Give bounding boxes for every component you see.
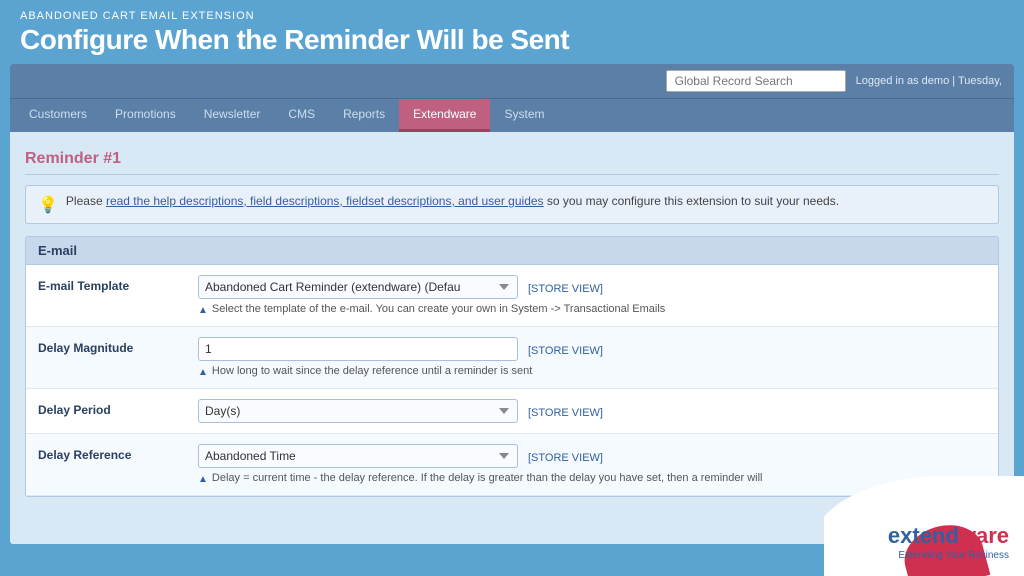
email-template-control: Abandoned Cart Reminder (extendware) (De…	[198, 275, 986, 316]
delay-period-label: Delay Period	[38, 399, 198, 417]
logo-ware-suffix: ware	[959, 523, 1009, 548]
email-template-hint: ▲ Select the template of the e-mail. You…	[198, 303, 986, 316]
delay-magnitude-input[interactable]	[198, 337, 518, 361]
delay-reference-label: Delay Reference	[38, 444, 198, 462]
email-template-label: E-mail Template	[38, 275, 198, 293]
logo-content: extendware Extending Your Business	[888, 523, 1009, 561]
page-subtitle: ABANDONED CART EMAIL EXTENSION	[20, 10, 1004, 22]
hint-triangle-icon: ▲	[198, 305, 208, 316]
delay-magnitude-hint: ▲ How long to wait since the delay refer…	[198, 365, 986, 378]
logged-in-text: Logged in as demo | Tuesday,	[856, 75, 1002, 87]
logo-text: extendware	[888, 523, 1009, 549]
content-area: Reminder #1 💡 Please read the help descr…	[10, 132, 1014, 509]
logo-ext-prefix: extend	[888, 523, 959, 548]
page-header: ABANDONED CART EMAIL EXTENSION Configure…	[0, 0, 1024, 64]
delay-period-row: Delay Period Day(s) Hour(s) Minute(s) [S…	[26, 389, 998, 434]
delay-period-control: Day(s) Hour(s) Minute(s) [STORE VIEW]	[198, 399, 986, 423]
nav-item-customers[interactable]: Customers	[15, 99, 101, 132]
hint-triangle-icon-2: ▲	[198, 367, 208, 378]
delay-magnitude-label: Delay Magnitude	[38, 337, 198, 355]
help-link[interactable]: read the help descriptions, field descri…	[106, 194, 544, 208]
nav-item-system[interactable]: System	[490, 99, 558, 132]
bulb-icon: 💡	[38, 195, 58, 215]
delay-reference-select[interactable]: Abandoned Time Order Time	[198, 444, 518, 468]
section-title: E-mail	[26, 237, 998, 265]
nav-item-reports[interactable]: Reports	[329, 99, 399, 132]
global-search-input[interactable]	[666, 70, 846, 92]
delay-magnitude-row: Delay Magnitude [STORE VIEW] ▲ How long …	[26, 327, 998, 389]
reminder-title: Reminder #1	[25, 144, 999, 175]
nav-item-extendware[interactable]: Extendware	[399, 99, 490, 132]
delay-magnitude-control: [STORE VIEW] ▲ How long to wait since th…	[198, 337, 986, 378]
info-box: 💡 Please read the help descriptions, fie…	[25, 185, 999, 224]
nav-item-promotions[interactable]: Promotions	[101, 99, 190, 132]
delay-period-store-view: [STORE VIEW]	[528, 403, 603, 419]
email-template-row: E-mail Template Abandoned Cart Reminder …	[26, 265, 998, 327]
admin-topbar: Logged in as demo | Tuesday,	[10, 64, 1014, 98]
extendware-logo: extendware Extending Your Business	[824, 476, 1024, 576]
logo-tagline: Extending Your Business	[888, 550, 1009, 561]
admin-panel: Logged in as demo | Tuesday, Customers P…	[10, 64, 1014, 544]
nav-bar: Customers Promotions Newsletter CMS Repo…	[10, 98, 1014, 132]
hint-triangle-icon-3: ▲	[198, 474, 208, 485]
email-template-store-view: [STORE VIEW]	[528, 279, 603, 295]
page-title: Configure When the Reminder Will be Sent	[20, 24, 1004, 56]
nav-item-newsletter[interactable]: Newsletter	[190, 99, 275, 132]
nav-item-cms[interactable]: CMS	[274, 99, 329, 132]
info-text: Please read the help descriptions, field…	[66, 194, 839, 208]
delay-reference-store-view: [STORE VIEW]	[528, 448, 603, 464]
delay-period-select[interactable]: Day(s) Hour(s) Minute(s)	[198, 399, 518, 423]
delay-magnitude-store-view: [STORE VIEW]	[528, 341, 603, 357]
email-template-select[interactable]: Abandoned Cart Reminder (extendware) (De…	[198, 275, 518, 299]
email-section: E-mail E-mail Template Abandoned Cart Re…	[25, 236, 999, 497]
